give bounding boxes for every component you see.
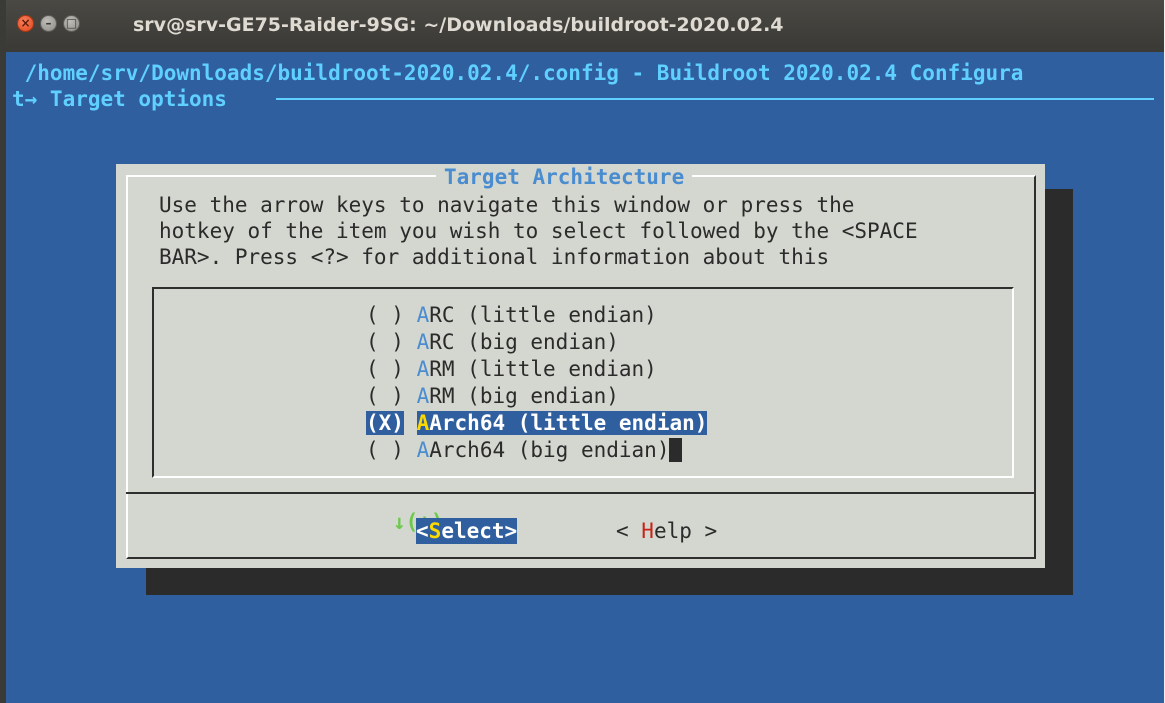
- minimize-icon: –: [45, 16, 52, 30]
- item-text: Arch64 (little endian): [429, 411, 708, 435]
- button-hotkey: H: [641, 519, 654, 543]
- radio-indicator: ( ): [366, 303, 404, 327]
- item-hotkey: A: [416, 330, 430, 354]
- window-titlebar[interactable]: × – □ srv@srv-GE75-Raider-9SG: ~/Downloa…: [6, 0, 1164, 52]
- button-bracket: <: [616, 519, 642, 543]
- item-hotkey: A: [416, 438, 430, 462]
- window-title: srv@srv-GE75-Raider-9SG: ~/Downloads/bui…: [133, 14, 784, 36]
- item-label: ARM (little endian): [417, 357, 657, 381]
- item-text: RM (big endian): [429, 384, 619, 408]
- item-label: AArch64 (little endian): [416, 411, 708, 435]
- minimize-window-button[interactable]: –: [40, 15, 57, 32]
- help-button[interactable]: < Help >: [616, 518, 717, 544]
- prompt-line: hotkey of the item you wish to select fo…: [159, 219, 918, 243]
- item-hotkey: A: [416, 303, 430, 327]
- list-item[interactable]: ( ) ARM (big endian): [366, 383, 619, 409]
- item-text: RC (little endian): [429, 303, 657, 327]
- item-hotkey: A: [416, 384, 430, 408]
- terminal-window: × – □ srv@srv-GE75-Raider-9SG: ~/Downloa…: [0, 0, 1164, 703]
- maximize-icon: □: [65, 16, 78, 30]
- terminal-content[interactable]: /home/srv/Downloads/buildroot-2020.02.4/…: [12, 52, 1164, 703]
- text-cursor: [669, 438, 683, 462]
- architecture-list[interactable]: ( ) ARC (little endian) ( ) ARC (big end…: [152, 287, 1014, 478]
- radio-indicator: ( ): [366, 330, 404, 354]
- item-text: RM (little endian): [429, 357, 657, 381]
- prompt-line: BAR>. Press <?> for additional informati…: [159, 245, 830, 269]
- item-label: AArch64 (big endian): [417, 438, 670, 462]
- item-label: ARC (little endian): [417, 303, 657, 327]
- radio-indicator: ( ): [366, 384, 404, 408]
- button-label: elp >: [653, 519, 718, 543]
- dialog-separator: [126, 492, 1036, 494]
- list-item[interactable]: ( ) ARC (big endian): [366, 329, 619, 355]
- dialog-prompt: Use the arrow keys to navigate this wind…: [159, 192, 918, 270]
- item-label: ARM (big endian): [417, 384, 619, 408]
- dialog-title: Target Architecture: [436, 164, 693, 190]
- list-item[interactable]: ( ) ARM (little endian): [366, 356, 657, 382]
- breadcrumb: t→ Target options: [12, 87, 227, 111]
- button-bracket: <: [416, 519, 429, 543]
- item-hotkey: A: [416, 357, 430, 381]
- close-window-button[interactable]: ×: [17, 15, 34, 32]
- item-hotkey: A: [416, 411, 430, 435]
- config-path-header: /home/srv/Downloads/buildroot-2020.02.4/…: [12, 61, 1024, 85]
- button-hotkey: S: [428, 519, 442, 543]
- item-text: RC (big endian): [429, 330, 619, 354]
- button-label: elect>: [441, 519, 518, 543]
- item-text: Arch64 (big endian): [429, 438, 670, 462]
- close-icon: ×: [20, 16, 31, 30]
- radio-indicator: ( ): [366, 357, 404, 381]
- list-item-selected[interactable]: (X) AArch64 (little endian): [366, 410, 708, 436]
- radio-indicator: (X): [366, 411, 404, 435]
- breadcrumb-rule: [276, 98, 1154, 100]
- prompt-line: Use the arrow keys to navigate this wind…: [159, 193, 855, 217]
- select-button[interactable]: <Select>: [416, 518, 518, 544]
- item-label: ARC (big endian): [417, 330, 619, 354]
- list-item[interactable]: ( ) ARC (little endian): [366, 302, 657, 328]
- maximize-window-button[interactable]: □: [63, 15, 80, 32]
- list-item[interactable]: ( ) AArch64 (big endian): [366, 437, 683, 463]
- target-architecture-dialog: Target Architecture Use the arrow keys t…: [116, 164, 1045, 568]
- radio-indicator: ( ): [366, 438, 404, 462]
